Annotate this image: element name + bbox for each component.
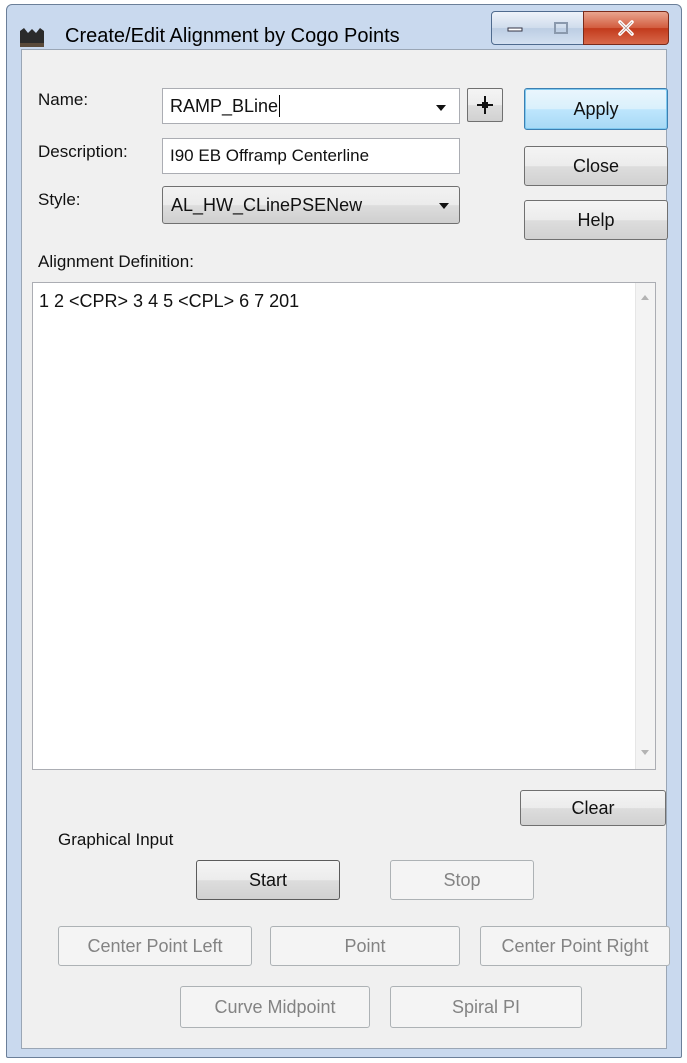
minimize-icon — [507, 27, 523, 32]
close-icon — [618, 20, 634, 36]
maximize-button[interactable] — [538, 11, 584, 45]
style-dropdown[interactable]: AL_HW_CLinePSENew — [162, 186, 460, 224]
alignment-definition-label: Alignment Definition: — [38, 252, 194, 271]
vertical-scrollbar[interactable] — [635, 283, 655, 769]
alignment-definition-value: 1 2 <CPR> 3 4 5 <CPL> 6 7 201 — [39, 291, 300, 311]
point-button[interactable]: Point — [270, 926, 460, 966]
name-label: Name: — [38, 90, 89, 109]
text-cursor — [279, 95, 281, 117]
scroll-down-icon[interactable] — [641, 750, 649, 755]
minimize-button[interactable] — [491, 11, 539, 45]
help-button[interactable]: Help — [524, 200, 668, 240]
description-value: I90 EB Offramp Centerline — [170, 146, 370, 165]
style-value: AL_HW_CLinePSENew — [171, 194, 363, 215]
maximize-icon — [553, 22, 568, 34]
graphical-input-label: Graphical Input — [58, 830, 174, 849]
pick-point-button[interactable] — [467, 88, 503, 122]
spiral-pi-button[interactable]: Spiral PI — [390, 986, 582, 1028]
start-button[interactable]: Start — [196, 860, 340, 900]
name-combobox[interactable]: RAMP_BLine — [162, 88, 460, 124]
description-input[interactable]: I90 EB Offramp Centerline — [162, 138, 460, 174]
stop-button[interactable]: Stop — [390, 860, 534, 900]
chevron-down-icon[interactable] — [436, 105, 446, 111]
apply-button[interactable]: Apply — [524, 88, 668, 130]
chevron-down-icon — [439, 203, 449, 209]
center-point-left-button[interactable]: Center Point Left — [58, 926, 252, 966]
crosshair-icon — [477, 96, 493, 114]
alignment-app-icon — [20, 28, 44, 47]
dialog-body: Name: RAMP_BLine Description: I90 EB Off… — [21, 49, 670, 1049]
alignment-definition-textarea[interactable]: 1 2 <CPR> 3 4 5 <CPL> 6 7 201 — [32, 282, 656, 770]
scroll-up-icon[interactable] — [641, 295, 649, 300]
clear-button[interactable]: Clear — [520, 790, 666, 826]
close-button[interactable]: Close — [524, 146, 668, 186]
curve-midpoint-button[interactable]: Curve Midpoint — [180, 986, 370, 1028]
dialog-window: Create/Edit Alignment by Cogo Points Nam… — [6, 4, 682, 1058]
center-point-right-button[interactable]: Center Point Right — [480, 926, 670, 966]
description-label: Description: — [38, 142, 128, 161]
close-window-button[interactable] — [583, 11, 669, 45]
name-value: RAMP_BLine — [170, 95, 279, 116]
window-title: Create/Edit Alignment by Cogo Points — [65, 25, 400, 47]
style-label: Style: — [38, 190, 81, 209]
